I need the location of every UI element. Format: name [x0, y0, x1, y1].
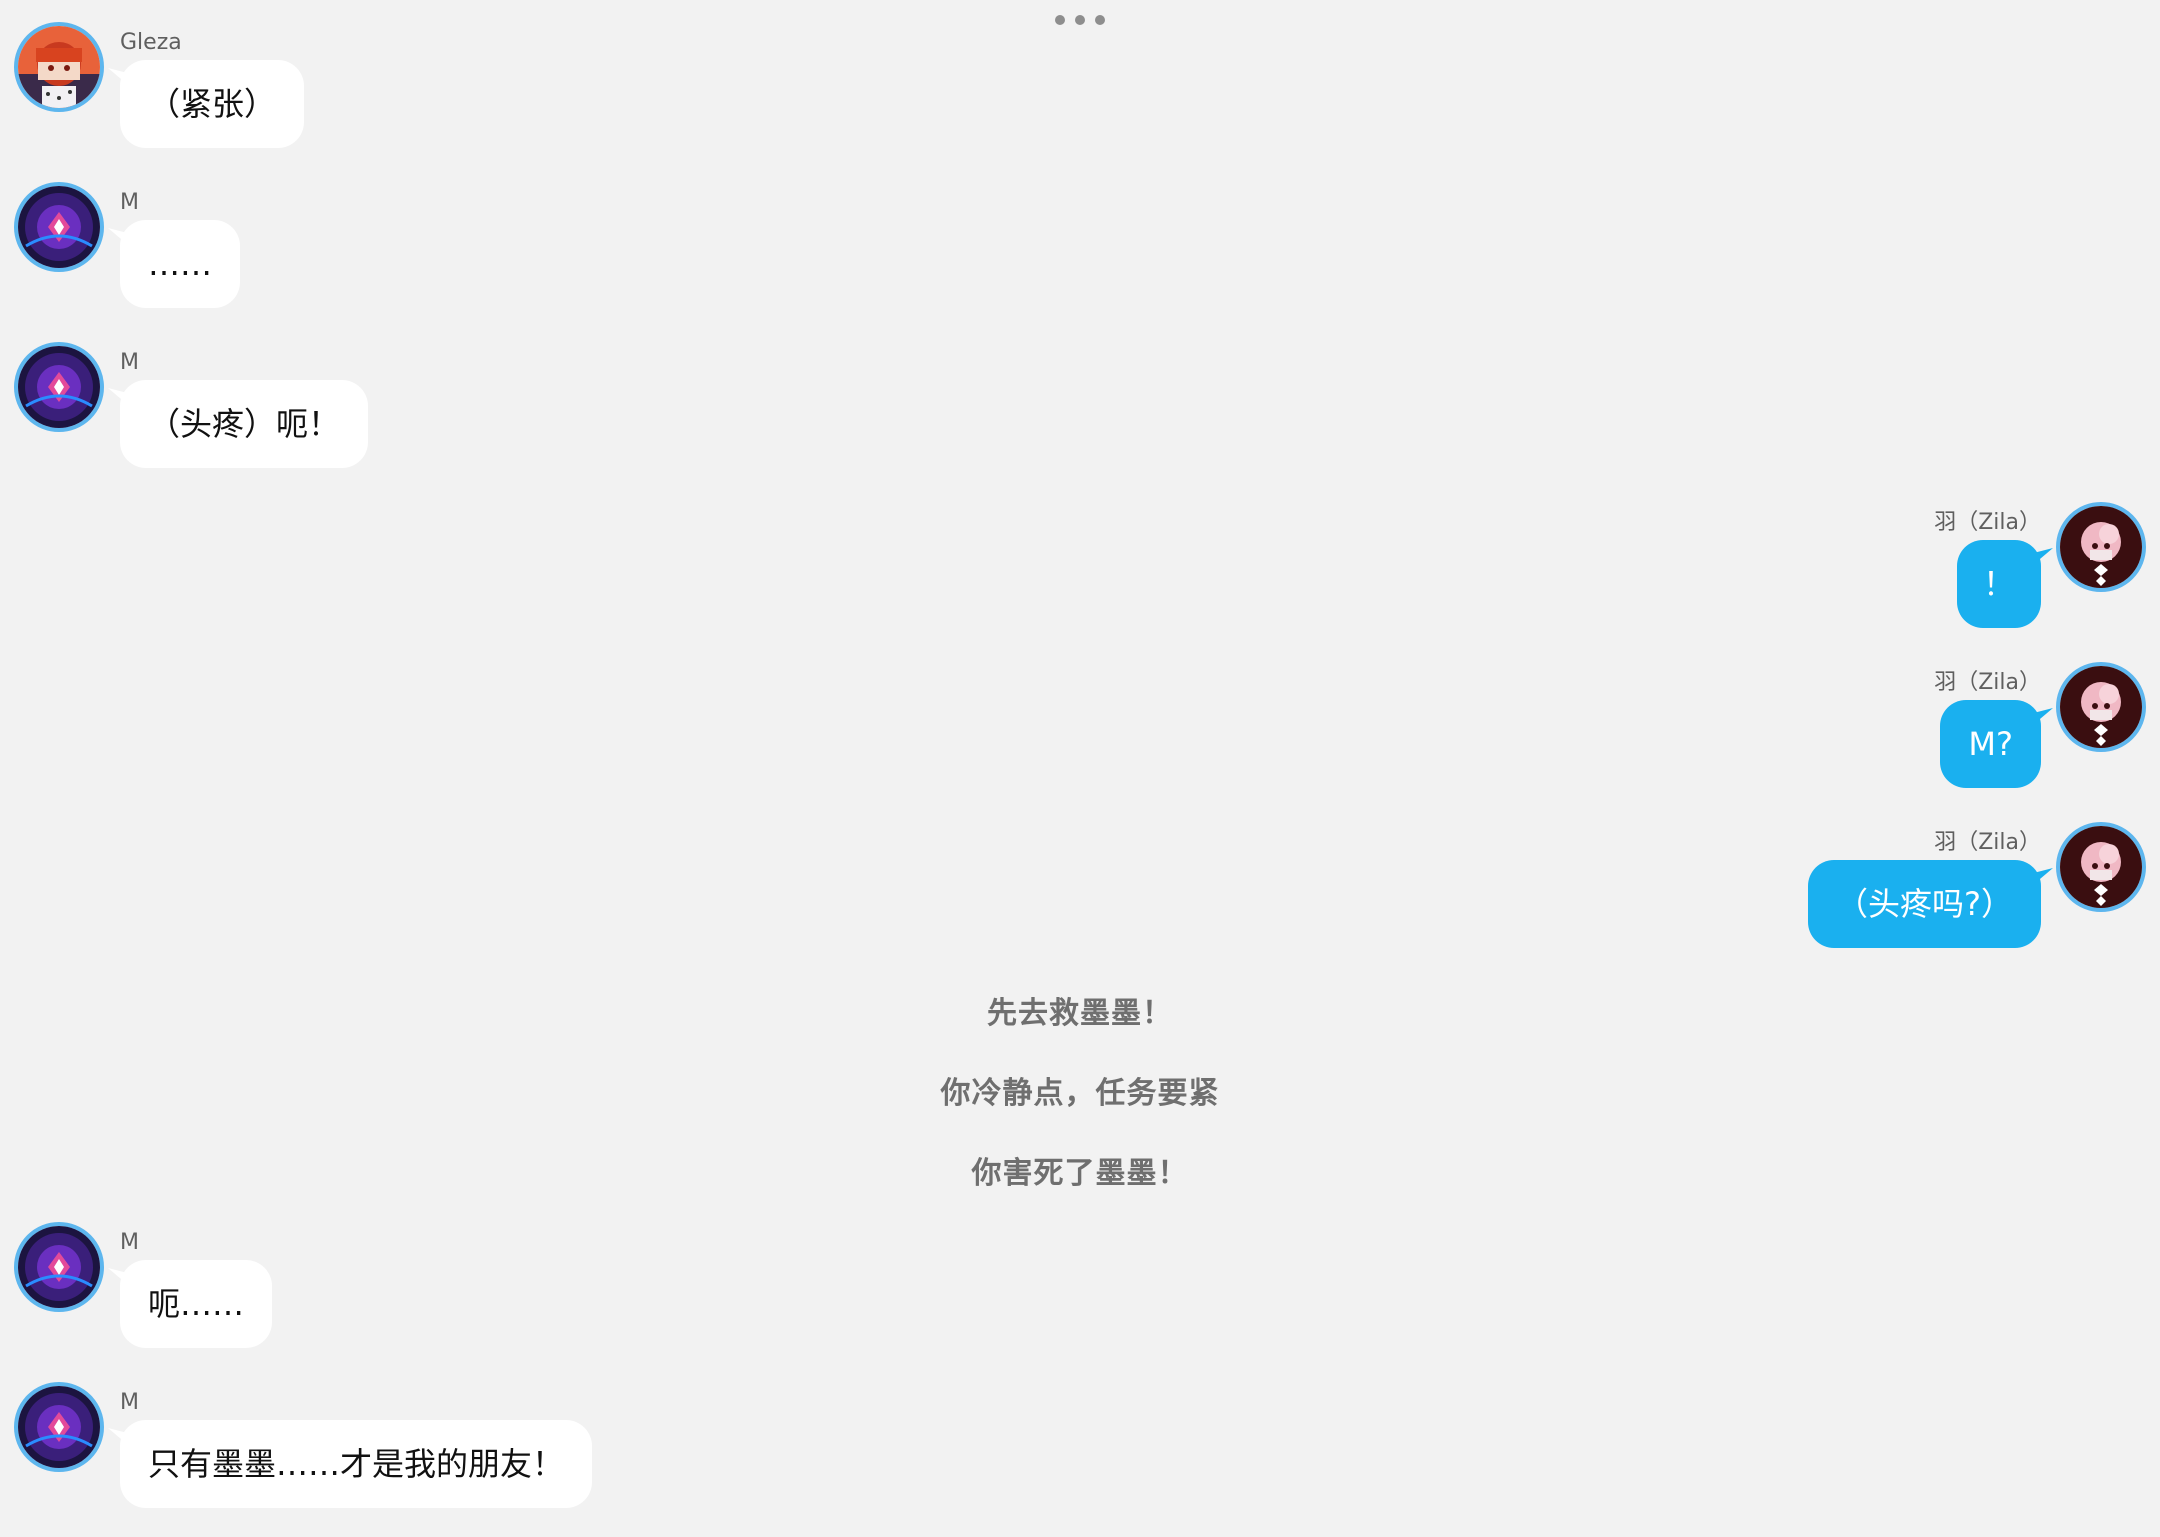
dot	[1055, 15, 1065, 25]
m-avatar[interactable]	[14, 1222, 104, 1312]
m-avatar[interactable]	[14, 182, 104, 272]
zila-avatar[interactable]	[2056, 502, 2146, 592]
chat-window: Gleza （紧张） M …… M （头疼）呃！ 羽（Zila） ！ 羽（Zil…	[0, 0, 2160, 1537]
sender-name: M	[120, 1390, 139, 1415]
zila-avatar[interactable]	[2056, 822, 2146, 912]
message-bubble[interactable]: （头疼）呃！	[120, 380, 369, 468]
m-avatar[interactable]	[14, 342, 104, 432]
narration-line: 先去救墨墨！	[987, 996, 1173, 1031]
sender-name: 羽（Zila）	[1934, 670, 2041, 695]
message-bubble[interactable]: ……	[120, 220, 240, 308]
sender-name: 羽（Zila）	[1934, 510, 2041, 535]
message-bubble[interactable]: （头疼吗?）	[1808, 860, 2041, 948]
message-bubble[interactable]: 呃……	[120, 1260, 273, 1348]
sender-name: 羽（Zila）	[1934, 830, 2041, 855]
sender-name: M	[120, 1230, 139, 1255]
dot	[1095, 15, 1105, 25]
narration-line: 你害死了墨墨！	[971, 1156, 1189, 1191]
message-bubble[interactable]: 只有墨墨……才是我的朋友！	[120, 1420, 593, 1508]
dot	[1075, 15, 1085, 25]
sender-name: M	[120, 190, 139, 215]
more-options-icon[interactable]	[1055, 12, 1105, 28]
message-bubble[interactable]: M?	[1940, 700, 2041, 788]
message-bubble[interactable]: ！	[1957, 540, 2041, 628]
sender-name: M	[120, 350, 139, 375]
gleza-avatar[interactable]	[14, 22, 104, 112]
narration-line: 你冷静点，任务要紧	[940, 1076, 1220, 1111]
m-avatar[interactable]	[14, 1382, 104, 1472]
message-bubble[interactable]: （紧张）	[120, 60, 305, 148]
zila-avatar[interactable]	[2056, 662, 2146, 752]
sender-name: Gleza	[120, 30, 182, 55]
